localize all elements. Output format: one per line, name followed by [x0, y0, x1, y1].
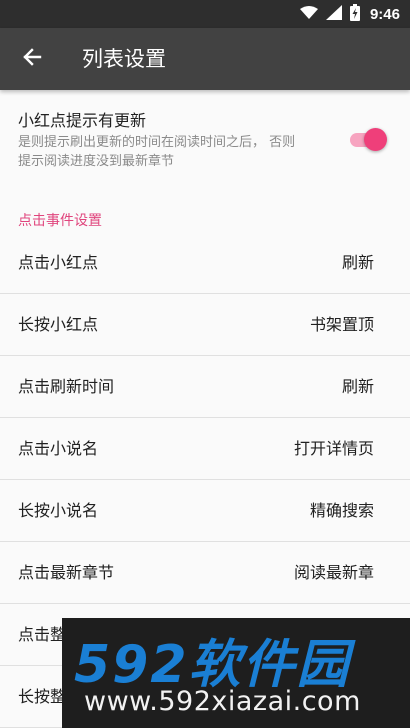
signal-icon: [325, 4, 342, 24]
arrow-left-icon: [22, 47, 42, 71]
event-label: 长按小红点: [18, 315, 99, 334]
status-icons: 9:46: [299, 0, 400, 28]
event-value: 打开详情页: [293, 439, 374, 458]
event-label: 点击刷新时间: [18, 377, 115, 396]
back-button[interactable]: [14, 41, 50, 77]
event-row-click-novel-name[interactable]: 点击小说名 打开详情页: [0, 418, 410, 480]
status-bar: 9:46: [0, 0, 410, 28]
red-dot-setting-title: 小红点提示有更新: [18, 111, 147, 130]
watermark-overlay: 592软件园 www.592xiazai.com: [62, 618, 410, 728]
event-row-longpress-red-dot[interactable]: 长按小红点 书架置顶: [0, 294, 410, 356]
page-title: 列表设置: [82, 47, 166, 71]
event-label: 长按小说名: [18, 501, 99, 520]
event-value: 刷新: [341, 377, 374, 396]
event-row-click-refresh-time[interactable]: 点击刷新时间 刷新: [0, 356, 410, 418]
event-value: 刷新: [341, 253, 374, 272]
event-label: 点击小说名: [18, 439, 99, 458]
event-row-longpress-novel-name[interactable]: 长按小说名 精确搜索: [0, 480, 410, 542]
event-label: 点击小红点: [18, 253, 99, 272]
section-header-click-events: 点击事件设置: [18, 213, 102, 229]
watermark-url: www.592xiazai.com: [84, 686, 361, 717]
event-row-click-red-dot[interactable]: 点击小红点 刷新: [0, 232, 410, 294]
battery-icon: [349, 3, 360, 25]
switch-thumb: [364, 128, 387, 151]
red-dot-toggle-switch[interactable]: [346, 126, 390, 154]
event-row-click-latest-chapter[interactable]: 点击最新章节 阅读最新章: [0, 542, 410, 604]
wifi-icon: [299, 5, 318, 24]
event-value: 书架置顶: [309, 315, 374, 334]
red-dot-setting-description: 是则提示刷出更新的时间在阅读时间之后， 否则提示阅读进度没到最新章节: [18, 135, 296, 169]
event-label: 点击最新章节: [18, 563, 115, 582]
event-value: 精确搜索: [309, 501, 374, 520]
app-bar: 列表设置: [0, 28, 410, 90]
event-value: 阅读最新章: [293, 563, 374, 582]
event-label: 长按整: [18, 687, 67, 706]
status-time: 9:46: [369, 5, 400, 23]
red-dot-setting-row[interactable]: 小红点提示有更新 是则提示刷出更新的时间在阅读时间之后， 否则提示阅读进度没到最…: [0, 100, 410, 180]
event-label: 点击整: [18, 625, 67, 644]
